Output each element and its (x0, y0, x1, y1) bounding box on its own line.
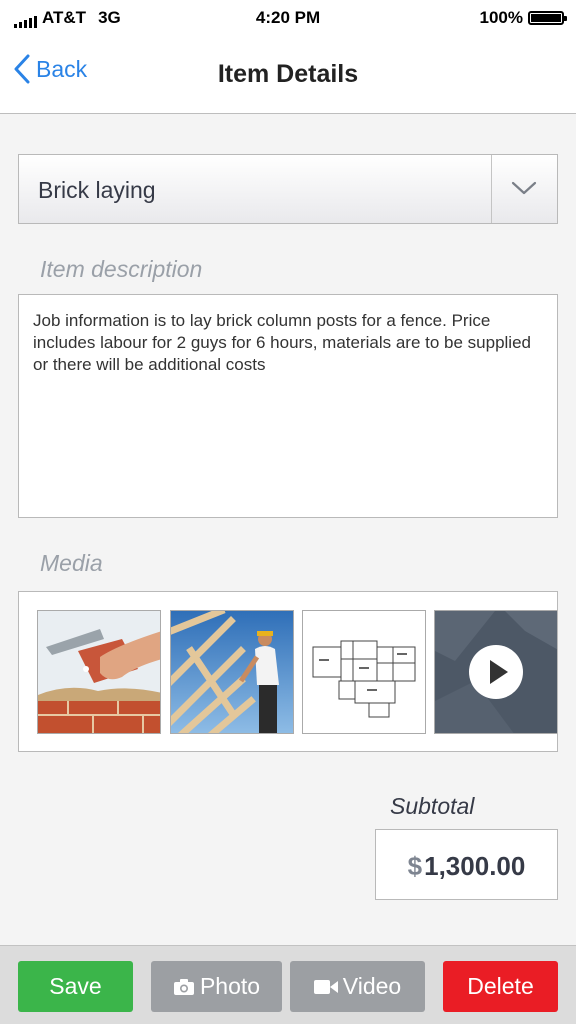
select-divider (491, 155, 492, 223)
chevron-down-icon (511, 181, 537, 195)
status-right: 100% (479, 8, 567, 28)
subtotal-label: Subtotal (390, 793, 475, 819)
media-thumbnail-video[interactable] (434, 610, 557, 734)
battery-percent: 100% (479, 8, 523, 27)
delete-label: Delete (467, 973, 534, 999)
media-thumbnail-roof-trusses[interactable] (170, 610, 294, 734)
description-field[interactable]: Job information is to lay brick column p… (18, 294, 558, 518)
bottom-toolbar: Save Photo Video Delete (0, 945, 576, 1024)
item-type-select[interactable]: Brick laying (18, 154, 558, 224)
media-label: Media (40, 550, 103, 576)
battery-icon (528, 11, 567, 25)
description-label: Item description (40, 256, 203, 282)
media-thumbnail-bricklaying[interactable] (37, 610, 161, 734)
navigation-bar: Back Item Details (0, 36, 576, 114)
photo-label: Photo (199, 973, 261, 999)
video-camera-icon (313, 979, 338, 995)
status-bar: AT&T 3G 4:20 PM 100% (0, 0, 576, 36)
subtotal-amount: 1,300.00 (424, 851, 526, 881)
play-icon[interactable] (469, 645, 523, 699)
delete-button[interactable]: Delete (443, 961, 558, 1012)
media-thumbnail-floor-plan[interactable] (302, 610, 426, 734)
photo-button[interactable]: Photo (151, 961, 282, 1012)
save-label: Save (49, 973, 102, 999)
item-type-value: Brick laying (38, 177, 156, 203)
video-button[interactable]: Video (290, 961, 425, 1012)
subtotal-field[interactable]: $1,300.00 (375, 829, 558, 900)
camera-icon (173, 978, 195, 996)
save-button[interactable]: Save (18, 961, 133, 1012)
video-label: Video (342, 973, 402, 999)
page-title: Item Details (217, 60, 359, 88)
currency-symbol: $ (407, 851, 423, 881)
media-strip[interactable] (18, 591, 558, 752)
